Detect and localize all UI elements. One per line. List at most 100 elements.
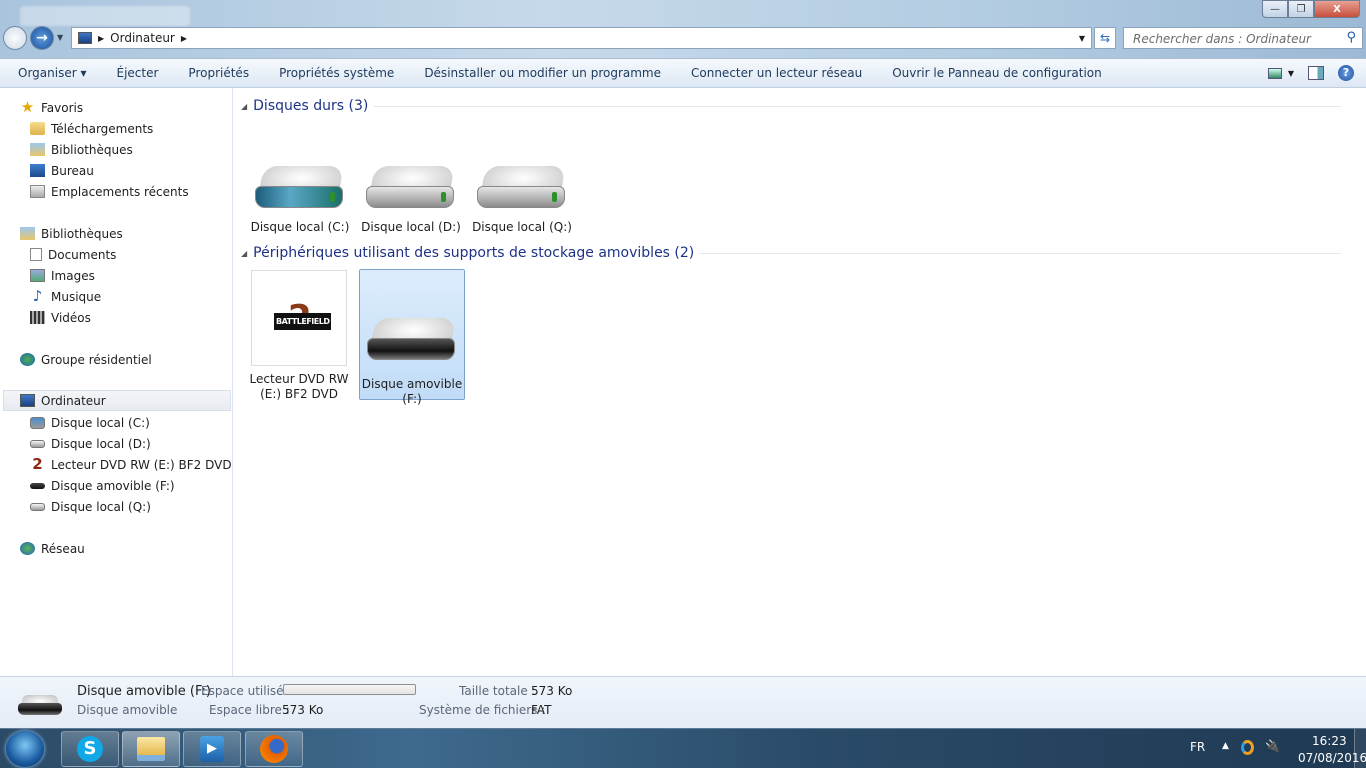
group-header-hard-drives[interactable]: ◢ Disques durs (3) bbox=[241, 98, 1341, 114]
breadcrumb-ordinateur[interactable]: Ordinateur bbox=[110, 31, 175, 45]
uninstall-program-button[interactable]: Désinstaller ou modifier un programme bbox=[424, 66, 661, 80]
details-pane: Disque amovible (F:) Disque amovible Esp… bbox=[0, 676, 1366, 728]
sidebar-item-favorites[interactable]: ★ Favoris bbox=[20, 97, 83, 118]
hard-drive-icon bbox=[366, 166, 456, 212]
sidebar-item-videos[interactable]: Vidéos bbox=[30, 307, 91, 328]
sidebar-item-removable-f[interactable]: Disque amovible (F:) bbox=[30, 475, 175, 496]
show-desktop-button[interactable] bbox=[1354, 729, 1366, 769]
taskbar-firefox[interactable] bbox=[245, 731, 303, 767]
help-icon[interactable]: ? bbox=[1338, 65, 1354, 81]
search-icon[interactable]: ⚲ bbox=[1346, 30, 1356, 45]
collapse-triangle-icon[interactable]: ◢ bbox=[241, 249, 247, 258]
sidebar-item-network[interactable]: Réseau bbox=[20, 538, 85, 559]
sidebar-item-computer[interactable]: Ordinateur bbox=[3, 390, 231, 411]
minimize-button[interactable]: — bbox=[1262, 0, 1288, 18]
hard-drive-icon bbox=[30, 439, 45, 448]
organize-button[interactable]: Organiser ▾ bbox=[18, 66, 87, 80]
homegroup-icon bbox=[20, 353, 35, 366]
map-network-drive-button[interactable]: Connecter un lecteur réseau bbox=[691, 66, 862, 80]
breadcrumb-arrow-icon[interactable]: ▶ bbox=[98, 34, 104, 43]
eject-button[interactable]: Éjecter bbox=[117, 66, 159, 80]
back-button[interactable] bbox=[3, 26, 27, 50]
sidebar-item-recent-places[interactable]: Emplacements récents bbox=[30, 181, 189, 202]
group-title: Périphériques utilisant des supports de … bbox=[253, 245, 695, 261]
sidebar-item-libraries[interactable]: Bibliothèques bbox=[20, 223, 123, 244]
address-bar[interactable]: ▶ Ordinateur ▶ ▼ bbox=[71, 27, 1092, 49]
taskbar-media-player[interactable]: ▶ bbox=[183, 731, 241, 767]
sidebar-label: Lecteur DVD RW (E:) BF2 DVD bbox=[51, 457, 232, 472]
sidebar-item-libraries-fav[interactable]: Bibliothèques bbox=[30, 139, 133, 160]
taskbar-explorer[interactable] bbox=[122, 731, 180, 767]
film-icon bbox=[30, 311, 45, 324]
sidebar-item-downloads[interactable]: Téléchargements bbox=[30, 118, 153, 139]
command-bar: Organiser ▾ Éjecter Propriétés Propriété… bbox=[0, 58, 1366, 88]
tile-label: Disque local (Q:) bbox=[472, 220, 572, 234]
details-name: Disque amovible (F:) bbox=[77, 684, 211, 699]
navigation-pane: ★ Favoris Téléchargements Bibliothèques B… bbox=[0, 88, 233, 676]
maximize-button[interactable]: ❐ bbox=[1288, 0, 1314, 18]
sidebar-label: Bureau bbox=[51, 163, 94, 178]
view-dropdown-icon[interactable]: ▼ bbox=[1288, 69, 1294, 78]
skype-icon: S bbox=[77, 736, 103, 762]
search-input[interactable]: Rechercher dans : Ordinateur ⚲ bbox=[1123, 27, 1363, 49]
drive-tile-d[interactable]: Disque local (D:) bbox=[358, 166, 464, 235]
group-divider bbox=[700, 252, 1341, 254]
sidebar-label: Documents bbox=[48, 247, 117, 262]
sidebar-item-drive-d[interactable]: Disque local (D:) bbox=[30, 433, 151, 454]
drive-tile-removable-f[interactable]: Disque amovible (F:) bbox=[359, 269, 465, 406]
sidebar-item-desktop[interactable]: Bureau bbox=[30, 160, 94, 181]
drive-tile-q[interactable]: Disque local (Q:) bbox=[469, 166, 575, 235]
details-type: Disque amovible bbox=[77, 703, 178, 717]
taskbar-skype[interactable]: S bbox=[61, 731, 119, 767]
sidebar-label: Disque local (D:) bbox=[51, 436, 151, 451]
removable-drive-icon bbox=[18, 695, 62, 717]
sidebar-label: Images bbox=[51, 268, 95, 283]
media-player-icon: ▶ bbox=[200, 736, 224, 762]
drive-tile-dvd-e[interactable]: 2BATTLEFIELD Lecteur DVD RW (E:) BF2 DVD bbox=[249, 270, 349, 402]
window-controls: — ❐ X bbox=[1262, 0, 1360, 18]
recent-pages-dropdown[interactable]: ▼ bbox=[57, 33, 63, 42]
taskbar: S ▶ FR ▲ 🔌 16:23 07/08/2016 bbox=[0, 728, 1366, 769]
open-control-panel-button[interactable]: Ouvrir le Panneau de configuration bbox=[892, 66, 1102, 80]
sidebar-item-images[interactable]: Images bbox=[30, 265, 95, 286]
tile-label-line1: Lecteur DVD RW bbox=[249, 372, 349, 386]
sidebar-label: Bibliothèques bbox=[41, 226, 123, 241]
folder-icon bbox=[30, 122, 45, 135]
star-icon: ★ bbox=[20, 98, 35, 116]
close-button[interactable]: X bbox=[1314, 0, 1360, 18]
start-button[interactable] bbox=[6, 731, 44, 767]
system-drive-icon bbox=[255, 166, 345, 212]
total-size-label: Taille totale : bbox=[459, 684, 536, 698]
music-note-icon: ♪ bbox=[32, 287, 43, 305]
sidebar-item-dvd-e[interactable]: 2 Lecteur DVD RW (E:) BF2 DVD bbox=[30, 454, 232, 475]
images-icon bbox=[30, 269, 45, 282]
forward-button[interactable]: → bbox=[30, 26, 54, 50]
sidebar-label: Disque local (C:) bbox=[51, 415, 150, 430]
power-plug-icon[interactable]: 🔌 bbox=[1265, 739, 1280, 753]
show-hidden-icons[interactable]: ▲ bbox=[1222, 741, 1229, 751]
change-view-icon[interactable] bbox=[1267, 67, 1282, 79]
language-indicator[interactable]: FR bbox=[1190, 740, 1205, 754]
file-system-value: FAT bbox=[531, 703, 552, 717]
refresh-button[interactable]: ⇆ bbox=[1094, 27, 1116, 49]
system-properties-button[interactable]: Propriétés système bbox=[279, 66, 394, 80]
properties-button[interactable]: Propriétés bbox=[188, 66, 249, 80]
sidebar-label: Disque local (Q:) bbox=[51, 499, 151, 514]
sidebar-item-drive-q[interactable]: Disque local (Q:) bbox=[30, 496, 151, 517]
tray-app-icon[interactable] bbox=[1241, 740, 1254, 755]
sidebar-item-music[interactable]: ♪ Musique bbox=[30, 286, 101, 307]
drive-tile-c[interactable]: Disque local (C:) bbox=[247, 166, 353, 235]
sidebar-item-drive-c[interactable]: Disque local (C:) bbox=[30, 412, 150, 433]
address-dropdown-icon[interactable]: ▼ bbox=[1079, 34, 1085, 43]
battlefield-dvd-icon: 2BATTLEFIELD bbox=[251, 270, 347, 366]
sidebar-label: Ordinateur bbox=[41, 393, 106, 408]
clock-time[interactable]: 16:23 bbox=[1312, 734, 1347, 748]
sidebar-label: Emplacements récents bbox=[51, 184, 189, 199]
sidebar-item-homegroup[interactable]: Groupe résidentiel bbox=[20, 349, 152, 370]
group-header-removable[interactable]: ◢ Périphériques utilisant des supports d… bbox=[241, 245, 1341, 261]
collapse-triangle-icon[interactable]: ◢ bbox=[241, 102, 247, 111]
breadcrumb-arrow-icon[interactable]: ▶ bbox=[181, 34, 187, 43]
sidebar-item-documents[interactable]: Documents bbox=[30, 244, 116, 265]
tile-label-line2: (E:) BF2 DVD bbox=[260, 387, 338, 401]
preview-pane-icon[interactable] bbox=[1308, 66, 1324, 80]
